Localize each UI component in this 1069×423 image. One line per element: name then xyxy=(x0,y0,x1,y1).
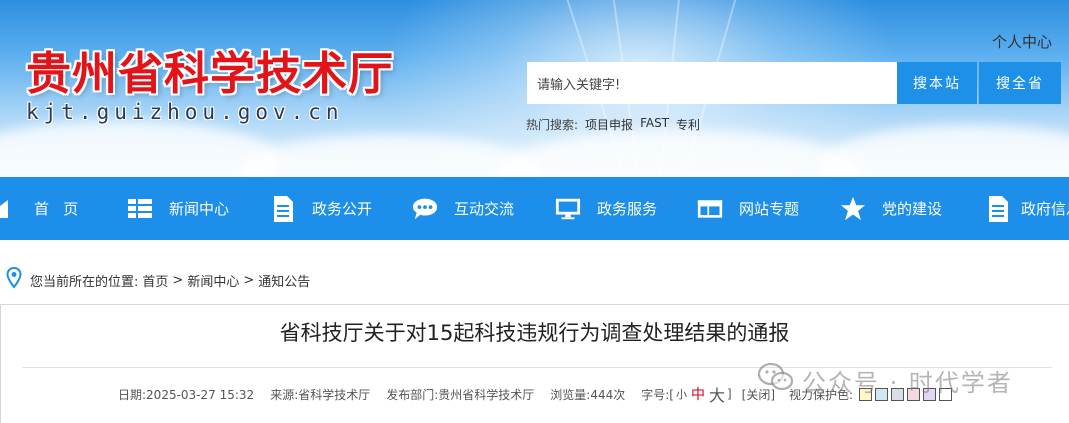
breadcrumb-news-link[interactable]: 新闻中心 xyxy=(187,271,239,290)
watermark: 公众号 · 时代学者 xyxy=(757,362,1013,398)
nav-item-label: 新闻中心 xyxy=(169,200,230,218)
nav-item-topics[interactable]: 网站专题 xyxy=(697,177,799,240)
breadcrumb-separator: > xyxy=(172,272,184,288)
breadcrumb: 您当前所在的位置: 首页 > 新闻中心 > 通知公告 xyxy=(6,266,310,293)
wechat-icon xyxy=(757,362,794,398)
nav-item-services[interactable]: 政务服务 xyxy=(555,177,657,240)
nav-item-label: 互动交流 xyxy=(454,200,515,218)
nav-item-label: 党的建设 xyxy=(882,200,943,218)
nav-item-gov-affairs[interactable]: 政务公开 xyxy=(270,177,372,240)
font-size-large-button[interactable]: 大 xyxy=(709,382,725,406)
watermark-text: 公众号 · 时代学者 xyxy=(802,368,1013,397)
breadcrumb-home-link[interactable]: 首页 xyxy=(142,271,168,290)
font-size-end: ] xyxy=(726,387,732,401)
breadcrumb-prefix: 您当前所在的位置: xyxy=(30,274,139,290)
font-size-small-button[interactable]: 小 xyxy=(676,386,687,402)
nav-item-home[interactable]: 首 页 xyxy=(0,177,78,240)
header-banner: 贵州省科学技术厅 kjt.guizhou.gov.cn 个人中心 请输入关键字!… xyxy=(0,0,1069,177)
search-input[interactable]: 请输入关键字! xyxy=(527,62,897,104)
hot-search-item[interactable]: 项目申报 xyxy=(585,116,633,133)
font-size-medium-button[interactable]: 中 xyxy=(691,384,705,404)
breadcrumb-notice-link[interactable]: 通知公告 xyxy=(258,271,310,290)
nav-item-label: 政务服务 xyxy=(597,200,658,218)
nav-item-news[interactable]: 新闻中心 xyxy=(127,177,229,240)
site-domain: kjt.guizhou.gov.cn xyxy=(26,100,344,124)
location-pin-icon xyxy=(6,266,22,293)
hot-search: 热门搜索: 项目申报 FAST 专利 xyxy=(526,116,700,133)
personal-center-link[interactable]: 个人中心 xyxy=(992,32,1052,52)
meta-date: 日期:2025-03-27 15:32 xyxy=(118,387,255,402)
meta-views: 浏览量:444次 xyxy=(550,387,626,402)
chat-bubble-icon xyxy=(412,196,438,222)
nav-item-party[interactable]: 党的建设 xyxy=(840,177,942,240)
document-icon xyxy=(270,195,296,222)
meta-source: 来源:省科学技术厅 xyxy=(270,387,371,402)
article-title: 省科技厅关于对15起科技违规行为调查处理结果的通报 xyxy=(279,321,790,345)
hot-search-label: 热门搜索: xyxy=(526,118,579,132)
nav-item-label: 网站专题 xyxy=(739,200,800,218)
monitor-icon xyxy=(555,196,581,222)
nav-item-interaction[interactable]: 互动交流 xyxy=(412,177,514,240)
breadcrumb-separator: > xyxy=(243,272,255,288)
search-province-button[interactable]: 搜全省 xyxy=(978,62,1061,104)
document-icon xyxy=(985,195,1011,222)
hot-search-item[interactable]: FAST xyxy=(640,116,669,133)
home-icon xyxy=(0,196,10,222)
folder-window-icon xyxy=(697,196,723,222)
nav-item-gov-info[interactable]: 政府信息 xyxy=(985,177,1069,240)
nav-item-label: 政务公开 xyxy=(312,200,373,218)
meta-department: 发布部门:贵州省科学技术厅 xyxy=(386,387,535,402)
search-site-button[interactable]: 搜本站 xyxy=(897,62,977,104)
star-icon xyxy=(840,196,866,222)
font-size-label: 字号:[ xyxy=(641,387,674,402)
nav-item-label: 首 页 xyxy=(34,200,79,218)
hot-search-item[interactable]: 专利 xyxy=(676,116,700,133)
nav-item-label: 政府信息 xyxy=(1021,200,1069,218)
main-nav: 首 页 新闻中心 政务公开 互动交流 政务服务 网站专题 党的建设 政府信 xyxy=(0,177,1069,240)
site-title[interactable]: 贵州省科学技术厅 xyxy=(26,44,394,104)
grid-list-icon xyxy=(127,196,153,222)
banner-cloud xyxy=(0,120,280,177)
